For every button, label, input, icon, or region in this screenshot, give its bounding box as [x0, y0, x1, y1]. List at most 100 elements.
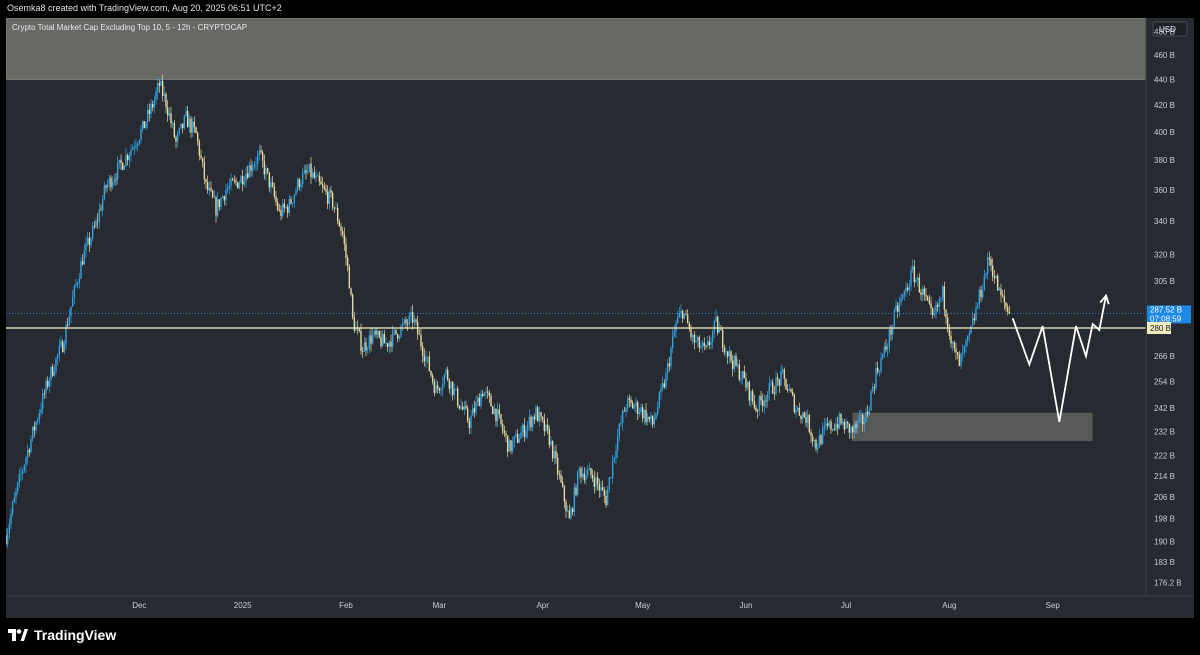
candle-up — [45, 380, 47, 394]
candle-down — [580, 468, 582, 478]
candle-up — [91, 226, 94, 239]
candle-down — [495, 408, 497, 421]
candle-up — [736, 364, 739, 366]
candle-down — [756, 410, 759, 412]
candle-up — [701, 342, 704, 347]
candle-down — [786, 389, 789, 391]
candle-down — [776, 377, 779, 380]
candle-up — [108, 177, 111, 184]
candle-up — [818, 435, 821, 448]
y-tick-label: 254 B — [1154, 378, 1175, 387]
candle-up — [511, 441, 514, 451]
candle-up — [60, 341, 62, 346]
candle-down — [461, 406, 464, 410]
candle-up — [938, 299, 941, 307]
candle-up — [570, 508, 572, 519]
candle-down — [980, 289, 982, 298]
candle-up — [673, 331, 676, 337]
candle-up — [15, 491, 17, 498]
candle-up — [6, 533, 9, 544]
y-tick-label: 198 B — [1154, 515, 1175, 524]
candle-up — [963, 346, 966, 352]
candle-up — [880, 358, 882, 372]
candle-down — [738, 364, 741, 380]
candle-up — [653, 419, 656, 425]
candle-down — [488, 392, 491, 396]
candle-up — [838, 414, 841, 429]
candle-up — [16, 482, 19, 492]
x-tick-label: Dec — [132, 601, 146, 610]
candle-down — [421, 346, 424, 356]
candle-down — [346, 257, 349, 267]
candle-up — [725, 351, 727, 353]
candle-down — [798, 407, 801, 416]
candle-down — [340, 226, 342, 231]
candle-up — [656, 407, 659, 415]
candle-down — [465, 405, 467, 409]
candle-down — [211, 190, 214, 198]
candle-up — [141, 121, 144, 130]
candle-up — [983, 275, 986, 291]
candle-down — [990, 259, 992, 266]
candle-up — [83, 250, 86, 265]
candle-up — [888, 329, 891, 348]
candle-up — [640, 407, 642, 413]
candle-up — [650, 415, 652, 420]
price-chart[interactable]: USDCrypto Total Market Cap Excluding Top… — [6, 18, 1194, 618]
x-tick-label: Feb — [339, 601, 353, 610]
candle-down — [390, 341, 392, 347]
candle-up — [41, 393, 44, 410]
candle-down — [81, 261, 84, 265]
candle-up — [391, 330, 394, 347]
candle-up — [545, 424, 547, 432]
candle-down — [928, 300, 931, 304]
x-tick-label: Jun — [740, 601, 753, 610]
candle-down — [590, 468, 592, 475]
candle-down — [726, 351, 729, 357]
candle-down — [353, 317, 356, 331]
candle-down — [748, 381, 751, 401]
candle-down — [330, 190, 332, 193]
candle-down — [866, 411, 869, 415]
tradingview-brand[interactable]: TradingView — [8, 627, 116, 643]
candle-up — [270, 182, 272, 188]
candle-up — [971, 318, 974, 326]
candle-up — [98, 209, 101, 222]
candle-up — [220, 198, 222, 208]
candle-up — [171, 122, 174, 124]
candle-up — [443, 374, 446, 384]
candle-up — [976, 305, 979, 309]
candle-up — [813, 440, 816, 442]
candle-down — [815, 440, 817, 450]
candle-down — [848, 423, 851, 433]
candle-down — [506, 435, 509, 452]
y-tick-label: 440 B — [1154, 75, 1175, 84]
candle-up — [986, 257, 989, 274]
candle-down — [703, 342, 706, 346]
candle-up — [586, 470, 589, 476]
candle-up — [185, 110, 187, 116]
candle-down — [840, 414, 842, 424]
candle-up — [528, 416, 531, 425]
candle-down — [331, 192, 334, 208]
candle-up — [301, 173, 304, 185]
candle-down — [148, 109, 151, 114]
candle-down — [365, 342, 367, 351]
candle-down — [318, 175, 321, 182]
candle-up — [441, 383, 444, 390]
candle-up — [136, 143, 139, 146]
candle-up — [376, 330, 379, 335]
candle-up — [75, 284, 77, 286]
candle-down — [498, 409, 501, 415]
candle-up — [595, 477, 597, 487]
candle-up — [230, 178, 232, 186]
candle-up — [475, 402, 477, 413]
candle-up — [891, 326, 894, 335]
candle-up — [675, 322, 677, 332]
candle-down — [630, 399, 632, 403]
candle-down — [693, 334, 696, 343]
candle-down — [546, 424, 549, 430]
candle-down — [260, 150, 262, 153]
projection-path[interactable] — [1011, 295, 1107, 423]
chart-panel[interactable]: USD Crypto Total Market Cap Excluding Top… — [6, 18, 1194, 618]
